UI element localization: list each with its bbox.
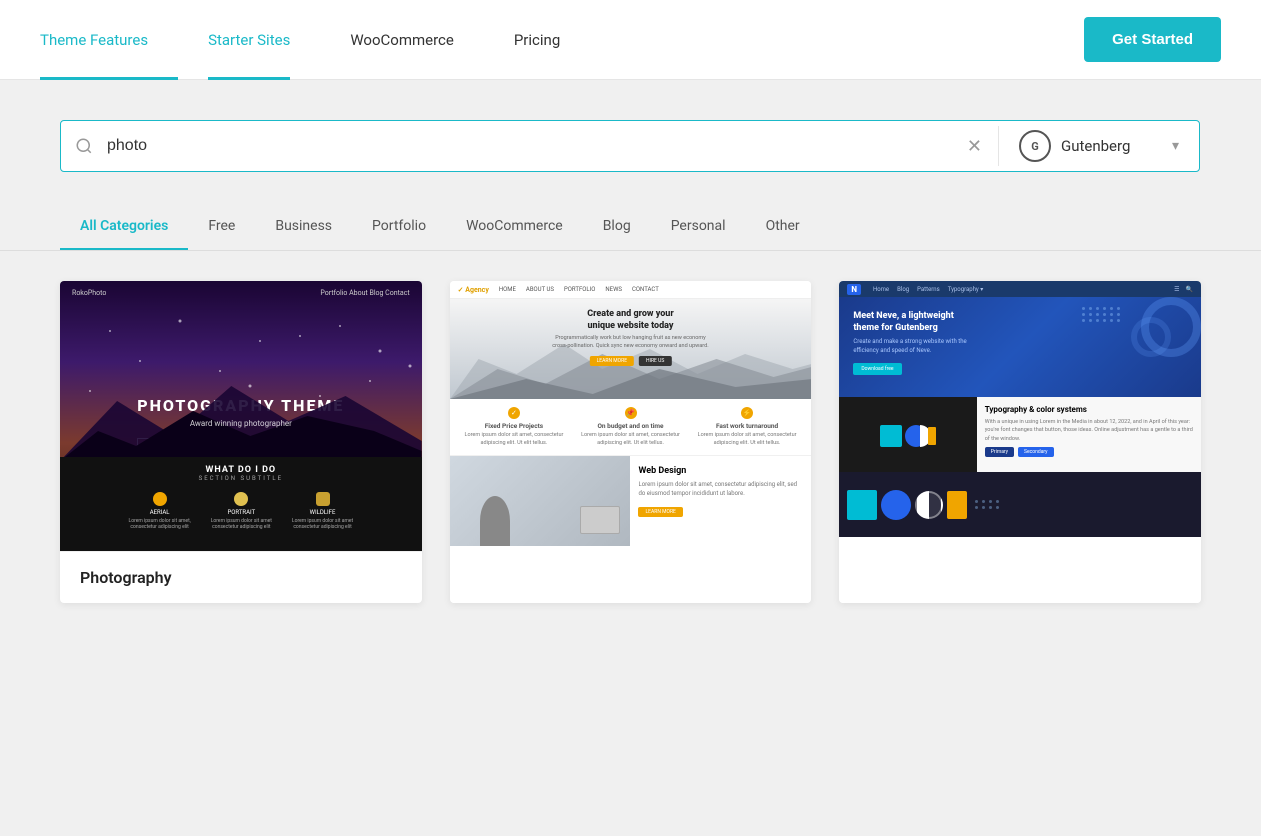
agency-bottom-image (450, 456, 631, 546)
search-area: ✕ G Gutenberg ▾ (0, 80, 1261, 202)
card-neve[interactable]: N Home Blog Patterns Typography ▾ ☰ 🔍 (839, 281, 1201, 603)
nav-item-woocommerce[interactable]: WooCommerce (320, 0, 484, 80)
search-row: ✕ G Gutenberg ▾ (60, 120, 1200, 172)
category-portfolio[interactable]: Portfolio (352, 202, 446, 250)
aerial-icon (153, 492, 167, 506)
neve-shapes-mini (878, 405, 938, 465)
feature-on-budget: 📌 On budget and on time Lorem ipsum dolo… (572, 407, 689, 447)
on-budget-icon: 📌 (625, 407, 637, 419)
nav-woocommerce-label: WooCommerce (350, 31, 454, 49)
agency-card-nav: ✓ Agency HOME ABOUT US PORTFOLIO NEWS CO… (450, 281, 812, 299)
feature-fast-turnaround: ⚡ Fast work turnaround Lorem ipsum dolor… (689, 407, 806, 447)
get-started-button[interactable]: Get Started (1084, 17, 1221, 62)
photo-card-bottom: WHAT DO I DO SECTION SUBTITLE AERIAL Lor… (60, 457, 422, 552)
card-photography[interactable]: RokoPhoto Portfolio About Blog Contact (60, 281, 422, 603)
neve-logo: N (847, 284, 861, 295)
category-woocommerce[interactable]: WooCommerce (446, 202, 583, 250)
nav-item-theme-features[interactable]: Theme Features (40, 0, 178, 80)
gutenberg-label: Gutenberg (1061, 137, 1162, 155)
person-silhouette (480, 496, 510, 546)
gutenberg-icon: G (1019, 130, 1051, 162)
card-photography-preview: RokoPhoto Portfolio About Blog Contact (60, 281, 422, 551)
agency-bottom-learn-btn[interactable]: LEARN MORE (638, 507, 682, 517)
agency-features-row: ✓ Fixed Price Projects Lorem ipsum dolor… (450, 399, 812, 456)
fixed-price-icon: ✓ (508, 407, 520, 419)
yellow-rect-shape (947, 491, 967, 519)
blue-circle-shape (881, 490, 911, 520)
card-photography-label: Photography (60, 551, 422, 603)
nav-item-pricing[interactable]: Pricing (484, 0, 590, 80)
agency-hero-section: Create and grow yourunique website today… (450, 299, 812, 399)
chevron-down-icon: ▾ (1172, 138, 1179, 154)
nav-pricing-label: Pricing (514, 31, 560, 49)
search-icon (61, 137, 107, 155)
neve-tag-primary: Primary (985, 447, 1014, 457)
cards-grid: RokoPhoto Portfolio About Blog Contact (0, 251, 1261, 633)
neve-hero: Meet Neve, a lightweight theme for Guten… (839, 297, 1201, 397)
hire-us-btn[interactable]: HIRE US (639, 356, 671, 366)
card-web-agency-preview: ✓ Agency HOME ABOUT US PORTFOLIO NEWS CO… (450, 281, 812, 603)
photo-col-wildlife: WILDLIFE Lorem ipsum dolor sit ametconse… (292, 492, 353, 530)
category-blog[interactable]: Blog (583, 202, 651, 250)
neve-card-nav: N Home Blog Patterns Typography ▾ ☰ 🔍 (839, 281, 1201, 297)
category-business[interactable]: Business (255, 202, 352, 250)
neve-typo-thumbnail (839, 397, 976, 472)
gutenberg-selector[interactable]: G Gutenberg ▾ (999, 130, 1199, 162)
photo-card-nav: RokoPhoto Portfolio About Blog Contact (60, 289, 422, 297)
laptop-shape (580, 506, 620, 534)
nav-starter-sites-label: Starter Sites (208, 31, 290, 49)
agency-hero-buttons: LEARN MORE HIRE US (552, 356, 708, 366)
photo-preview: RokoPhoto Portfolio About Blog Contact (60, 281, 422, 551)
agency-card-bottom: Web Design Lorem ipsum dolor sit amet, c… (450, 456, 812, 546)
half-circle-shape (915, 491, 943, 519)
search-input[interactable] (107, 121, 951, 171)
nav-theme-features-label: Theme Features (40, 31, 148, 49)
neve-typo-content: Typography & color systems With a unique… (977, 397, 1201, 472)
agency-hero-content: Create and grow yourunique website today… (552, 309, 708, 366)
neve-typography-section: Typography & color systems With a unique… (839, 397, 1201, 472)
photo-col-aerial: AERIAL Lorem ipsum dolor sit amet,consec… (129, 492, 191, 530)
learn-more-btn[interactable]: LEARN MORE (590, 356, 634, 366)
category-personal[interactable]: Personal (651, 202, 746, 250)
neve-hero-content: Meet Neve, a lightweight theme for Guten… (853, 311, 973, 375)
photo-cols: AERIAL Lorem ipsum dolor sit amet,consec… (129, 492, 354, 530)
category-other[interactable]: Other (746, 202, 820, 250)
neve-shapes-section (839, 472, 1201, 537)
search-clear-button[interactable]: ✕ (951, 136, 998, 157)
wildlife-icon (316, 492, 330, 506)
neve-download-btn[interactable]: Download free (853, 363, 901, 375)
neve-dots-right (975, 500, 1000, 509)
nav-bar: Theme Features Starter Sites WooCommerce… (0, 0, 1261, 80)
card-neve-preview: N Home Blog Patterns Typography ▾ ☰ 🔍 (839, 281, 1201, 603)
categories-bar: All Categories Free Business Portfolio W… (0, 202, 1261, 251)
teal-square-shape (847, 490, 877, 520)
category-all[interactable]: All Categories (60, 202, 188, 250)
nav-item-starter-sites[interactable]: Starter Sites (178, 0, 320, 80)
feature-fixed-price: ✓ Fixed Price Projects Lorem ipsum dolor… (456, 407, 573, 447)
neve-dots-decoration (1082, 307, 1121, 322)
fast-turnaround-icon: ⚡ (741, 407, 753, 419)
hero-circle-mid (1131, 317, 1171, 357)
portrait-icon (234, 492, 248, 506)
category-free[interactable]: Free (188, 202, 255, 250)
nav-items: Theme Features Starter Sites WooCommerce… (40, 0, 1084, 80)
agency-bottom-text: Web Design Lorem ipsum dolor sit amet, c… (630, 456, 811, 546)
photo-col-portrait: PORTRAIT Lorem ipsum dolor sit ametconse… (211, 492, 272, 530)
card-web-agency[interactable]: ✓ Agency HOME ABOUT US PORTFOLIO NEWS CO… (450, 281, 812, 603)
neve-tags: Primary Secondary (985, 447, 1193, 457)
neve-tag-secondary: Secondary (1018, 447, 1054, 457)
